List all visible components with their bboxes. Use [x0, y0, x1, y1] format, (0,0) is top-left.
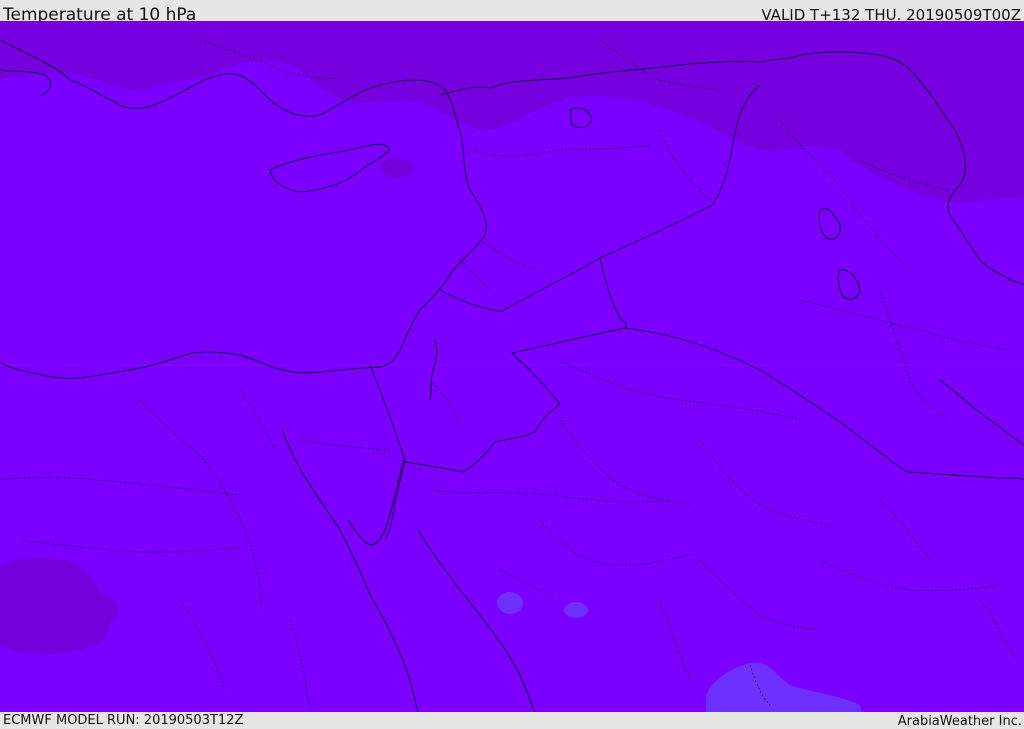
map-canvas [0, 21, 1024, 712]
contour-zone-light-1 [497, 592, 523, 614]
contour-zone-spot [381, 158, 413, 178]
weather-map-frame: Temperature at 10 hPa VALID T+132 THU. 2… [0, 0, 1024, 729]
model-run-label: ECMWF MODEL RUN: 20190503T12Z [3, 713, 244, 728]
contour-zone-light-2 [564, 602, 588, 618]
footer-bar: ECMWF MODEL RUN: 20190503T12Z ArabiaWeat… [0, 712, 1024, 729]
title-bar: Temperature at 10 hPa VALID T+132 THU. 2… [0, 0, 1024, 25]
credit-label: ArabiaWeather Inc. [897, 714, 1022, 729]
temperature-map [0, 21, 1024, 712]
